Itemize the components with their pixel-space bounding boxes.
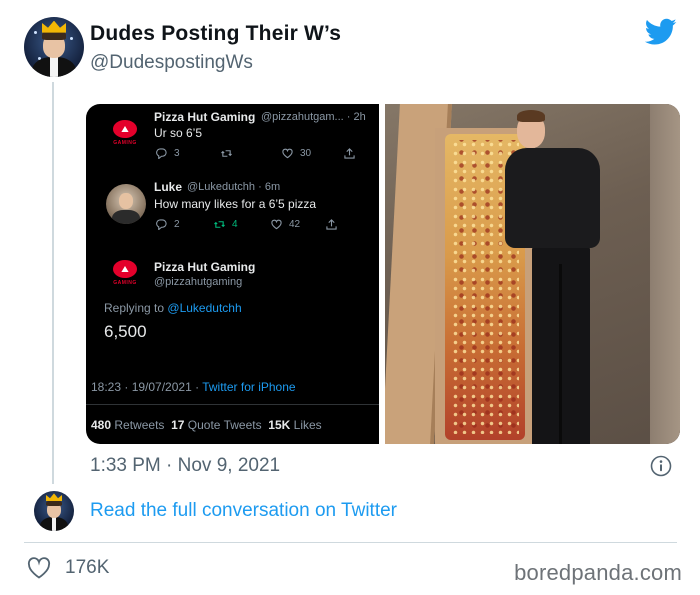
main-tweet-handle: @pizzahutgaming [154, 276, 243, 288]
profile-avatar[interactable] [24, 17, 84, 77]
tweet1-handle-time: @pizzahutgam... · 2h [261, 111, 366, 123]
profile-avatar-small[interactable] [34, 491, 74, 531]
watermark: boredpanda.com [514, 560, 682, 585]
reply-icon [156, 219, 167, 230]
luke-avatar [106, 184, 146, 224]
divider [24, 542, 677, 543]
share-icon [344, 148, 355, 159]
retweet-action[interactable] [221, 148, 232, 159]
pizza-hut-logo: GAMING [108, 116, 142, 150]
like-action[interactable]: 42 [271, 219, 300, 230]
tweet2-name: Luke [154, 180, 183, 194]
replying-to-handle[interactable]: @Lukedutchh [167, 301, 241, 315]
retweet-action[interactable]: 4 [214, 219, 238, 230]
info-icon[interactable] [650, 455, 672, 477]
photo-wall [650, 104, 680, 444]
share-action[interactable] [344, 148, 355, 159]
like-icon [282, 148, 293, 159]
user-handle[interactable]: @DudespostingWs [90, 52, 253, 74]
like-count: 30 [300, 148, 312, 159]
avatar-sparkle [70, 37, 73, 40]
avatar-shirt [50, 56, 58, 77]
reply-action[interactable]: 3 [156, 148, 180, 159]
share-icon [326, 219, 337, 230]
heart-icon[interactable] [27, 557, 51, 579]
replying-to: Replying to @Lukedutchh [104, 301, 242, 315]
thread-line [52, 82, 54, 484]
reply-action[interactable]: 2 [156, 219, 180, 230]
tweet-timestamp[interactable]: 1:33 PM · Nov 9, 2021 [90, 455, 280, 477]
retweet-count: 4 [232, 219, 238, 230]
retweet-icon [214, 221, 225, 228]
twitter-bird-icon[interactable] [645, 18, 677, 46]
tweet-client[interactable]: Twitter for iPhone [202, 380, 295, 394]
reply-icon [156, 148, 167, 159]
like-action[interactable]: 30 [282, 148, 311, 159]
reply-count: 2 [174, 219, 180, 230]
main-tweet-meta: 18:23 · 19/07/2021 · Twitter for iPhone [91, 380, 296, 394]
display-name[interactable]: Dudes Posting Their W’s [90, 22, 341, 46]
like-icon [271, 219, 282, 230]
main-tweet-name: Pizza Hut Gaming [154, 260, 256, 274]
embedded-tweet-screenshot[interactable]: GAMING Pizza Hut Gaming @pizzahutgam... … [86, 104, 379, 444]
man-legs [532, 244, 590, 444]
like-count[interactable]: 176K [65, 557, 109, 579]
tweet1-text: Ur so 6’5 [154, 126, 203, 140]
read-conversation-link[interactable]: Read the full conversation on Twitter [90, 500, 397, 522]
tweet2-text: How many likes for a 6’5 pizza [154, 197, 317, 211]
pizza-photo[interactable] [385, 104, 680, 444]
pizza-hut-logo: GAMING [108, 256, 142, 290]
share-action[interactable] [326, 219, 337, 230]
man-hair [517, 110, 545, 122]
divider [86, 404, 379, 405]
like-count: 42 [289, 219, 301, 230]
crown-icon [46, 493, 62, 502]
reply-count: 3 [174, 148, 180, 159]
tweet-media[interactable]: GAMING Pizza Hut Gaming @pizzahutgam... … [86, 104, 680, 444]
engagement-stats: 480 Retweets 17 Quote Tweets 15K Likes [91, 418, 322, 432]
man-jacket [505, 148, 600, 248]
crown-icon [42, 20, 66, 33]
tweet2-handle-time: @Lukedutchh · 6m [187, 181, 281, 193]
retweet-icon [221, 150, 232, 157]
main-tweet-text: 6,500 [104, 322, 147, 341]
tweet1-name: Pizza Hut Gaming [154, 110, 256, 124]
avatar-sparkle [34, 31, 37, 34]
